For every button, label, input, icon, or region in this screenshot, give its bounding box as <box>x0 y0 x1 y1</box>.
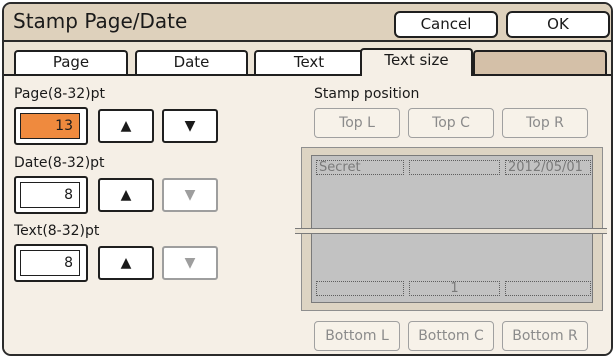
preview-slot-bottom-left <box>316 281 404 296</box>
active-tab-gap <box>362 74 471 77</box>
page-size-value[interactable]: 13 <box>20 113 80 139</box>
bottom-right-button[interactable]: Bottom R <box>502 321 588 351</box>
text-size-label: Text(8-32)pt <box>14 223 100 239</box>
date-size-down-button[interactable]: ▼ <box>162 178 218 212</box>
preview-slot-top-right: 2012/05/01 <box>505 160 591 175</box>
cancel-button[interactable]: Cancel <box>394 11 498 38</box>
page-size-field[interactable]: 13 <box>14 107 88 145</box>
preview-slot-bottom-right <box>505 281 591 296</box>
text-size-field[interactable]: 8 <box>14 244 88 282</box>
date-size-field[interactable]: 8 <box>14 176 88 214</box>
top-center-button[interactable]: Top C <box>408 108 494 138</box>
preview-slot-top-center <box>409 160 500 175</box>
text-size-down-button[interactable]: ▼ <box>162 246 218 280</box>
stamp-position-label: Stamp position <box>314 86 420 102</box>
text-size-panel: Page(8-32)pt 13 ▲ ▼ Date(8-32)pt 8 ▲ ▼ T… <box>4 76 611 354</box>
page-size-label: Page(8-32)pt <box>14 86 105 102</box>
text-size-value[interactable]: 8 <box>20 250 80 276</box>
tab-text-size[interactable]: Text size <box>360 48 473 76</box>
top-right-button[interactable]: Top R <box>502 108 588 138</box>
ok-button[interactable]: OK <box>506 11 610 38</box>
tab-page[interactable]: Page <box>14 50 128 74</box>
preview-slot-top-left: Secret <box>316 160 404 175</box>
date-size-up-button[interactable]: ▲ <box>98 178 154 212</box>
tab-strip: Page Date Text Text size <box>4 44 611 76</box>
tab-strip-filler <box>473 50 607 74</box>
text-size-up-button[interactable]: ▲ <box>98 246 154 280</box>
tab-baseline <box>4 74 611 76</box>
tab-text[interactable]: Text <box>254 50 364 74</box>
preview-slot-bottom-center: 1 <box>409 281 500 296</box>
date-size-value[interactable]: 8 <box>20 182 80 208</box>
stamp-page-date-dialog: Stamp Page/Date Cancel OK Page Date Text… <box>2 2 613 356</box>
page-size-up-button[interactable]: ▲ <box>98 109 154 143</box>
bottom-left-button[interactable]: Bottom L <box>314 321 400 351</box>
page-size-down-button[interactable]: ▼ <box>162 109 218 143</box>
date-size-label: Date(8-32)pt <box>14 155 105 171</box>
dialog-title: Stamp Page/Date <box>13 9 188 33</box>
bottom-center-button[interactable]: Bottom C <box>408 321 494 351</box>
tab-date[interactable]: Date <box>135 50 248 74</box>
title-bar: Stamp Page/Date Cancel OK <box>4 4 611 42</box>
top-left-button[interactable]: Top L <box>314 108 400 138</box>
page-break-divider <box>295 228 607 234</box>
